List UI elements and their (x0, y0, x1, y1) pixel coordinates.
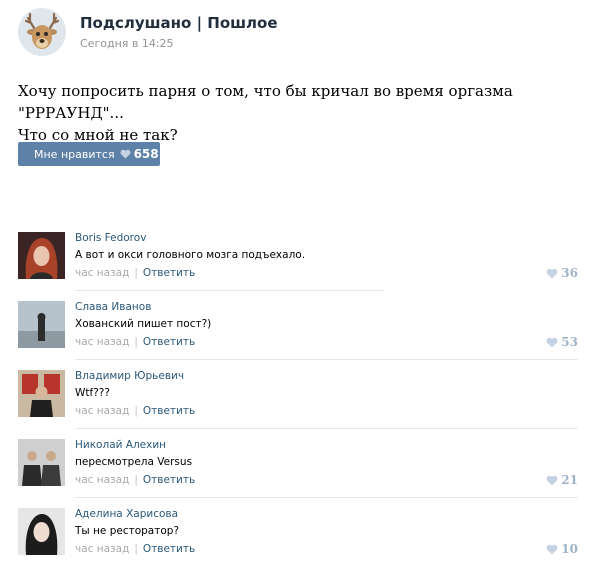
comment-author[interactable]: Николай Алехин (75, 439, 166, 451)
post-text-line: Хочу попросить парня о том, что бы крича… (18, 82, 513, 122)
comment-meta: час назад | Ответить (75, 543, 195, 555)
comment-item: Николай Алехин пересмотрела Versus час н… (18, 439, 578, 497)
group-avatar[interactable] (18, 8, 66, 56)
like-count: 658 (133, 147, 159, 161)
meta-separator: | (134, 543, 138, 555)
heart-icon (546, 337, 558, 347)
comment-meta: час назад | Ответить (75, 336, 195, 348)
post-header: Подслушано | Пошлое Сегодня в 14:25 (18, 8, 578, 56)
divider (75, 359, 578, 360)
comment-meta: час назад | Ответить (75, 474, 195, 486)
comment-like-count: 36 (561, 266, 578, 280)
comment-time[interactable]: час назад (75, 543, 129, 555)
deer-icon (18, 8, 66, 56)
comment-like-button[interactable]: 21 (546, 473, 578, 487)
comment-item: Аделина Харисова Ты не ресторатор? час н… (18, 508, 578, 562)
post-text: Хочу попросить парня о том, что бы крича… (18, 80, 578, 146)
heart-icon (120, 149, 131, 159)
comment-text: Ты не ресторатор? (75, 525, 180, 537)
comment-time[interactable]: час назад (75, 267, 129, 279)
comment-author[interactable]: Слава Иванов (75, 301, 151, 313)
comment-item: Слава Иванов Хованский пишет пост?) час … (18, 301, 578, 359)
comment-like-button[interactable]: 10 (546, 542, 578, 556)
like-label: Мне нравится (34, 147, 115, 161)
reply-link[interactable]: Ответить (143, 336, 195, 348)
avatar[interactable] (18, 301, 65, 348)
comment-meta: час назад | Ответить (75, 405, 195, 417)
post-time[interactable]: Сегодня в 14:25 (80, 37, 174, 50)
divider (75, 290, 385, 291)
reply-link[interactable]: Ответить (143, 474, 195, 486)
comment-text: Хованский пишет пост?) (75, 318, 212, 330)
comment-item: Владимир Юрьевич Wtf??? час назад | Ответи… (18, 370, 578, 428)
avatar[interactable] (18, 508, 65, 555)
comment-text: Wtf??? (75, 387, 110, 399)
reply-link[interactable]: Ответить (143, 267, 195, 279)
avatar[interactable] (18, 439, 65, 486)
comment-like-count: 21 (561, 473, 578, 487)
divider (75, 497, 578, 498)
comment-text: А вот и окси головного мозга подъехало. (75, 249, 306, 261)
heart-icon (546, 268, 558, 278)
comment-time[interactable]: час назад (75, 474, 129, 486)
heart-icon (546, 544, 558, 554)
reply-link[interactable]: Ответить (143, 405, 195, 417)
comment-author[interactable]: Boris Fedorov (75, 232, 146, 244)
comment-like-button[interactable]: 36 (546, 266, 578, 280)
comment-author[interactable]: Владимир Юрьевич (75, 370, 184, 382)
comment-item: Boris Fedorov А вот и окси головного моз… (18, 232, 578, 290)
reply-link[interactable]: Ответить (143, 543, 195, 555)
meta-separator: | (134, 474, 138, 486)
comment-like-count: 53 (561, 335, 578, 349)
comment-like-button[interactable]: 53 (546, 335, 578, 349)
comment-meta: час назад | Ответить (75, 267, 195, 279)
comment-text: пересмотрела Versus (75, 456, 193, 468)
divider (75, 428, 578, 429)
avatar[interactable] (18, 232, 65, 279)
heart-icon (546, 475, 558, 485)
comment-time[interactable]: час назад (75, 336, 129, 348)
comment-like-count: 10 (561, 542, 578, 556)
like-button[interactable]: Мне нравится 658 (18, 142, 160, 166)
comment-author[interactable]: Аделина Харисова (75, 508, 178, 520)
meta-separator: | (134, 405, 138, 417)
meta-separator: | (134, 336, 138, 348)
meta-separator: | (134, 267, 138, 279)
comment-time[interactable]: час назад (75, 405, 129, 417)
avatar[interactable] (18, 370, 65, 417)
group-name[interactable]: Подслушано | Пошлое (80, 14, 278, 32)
